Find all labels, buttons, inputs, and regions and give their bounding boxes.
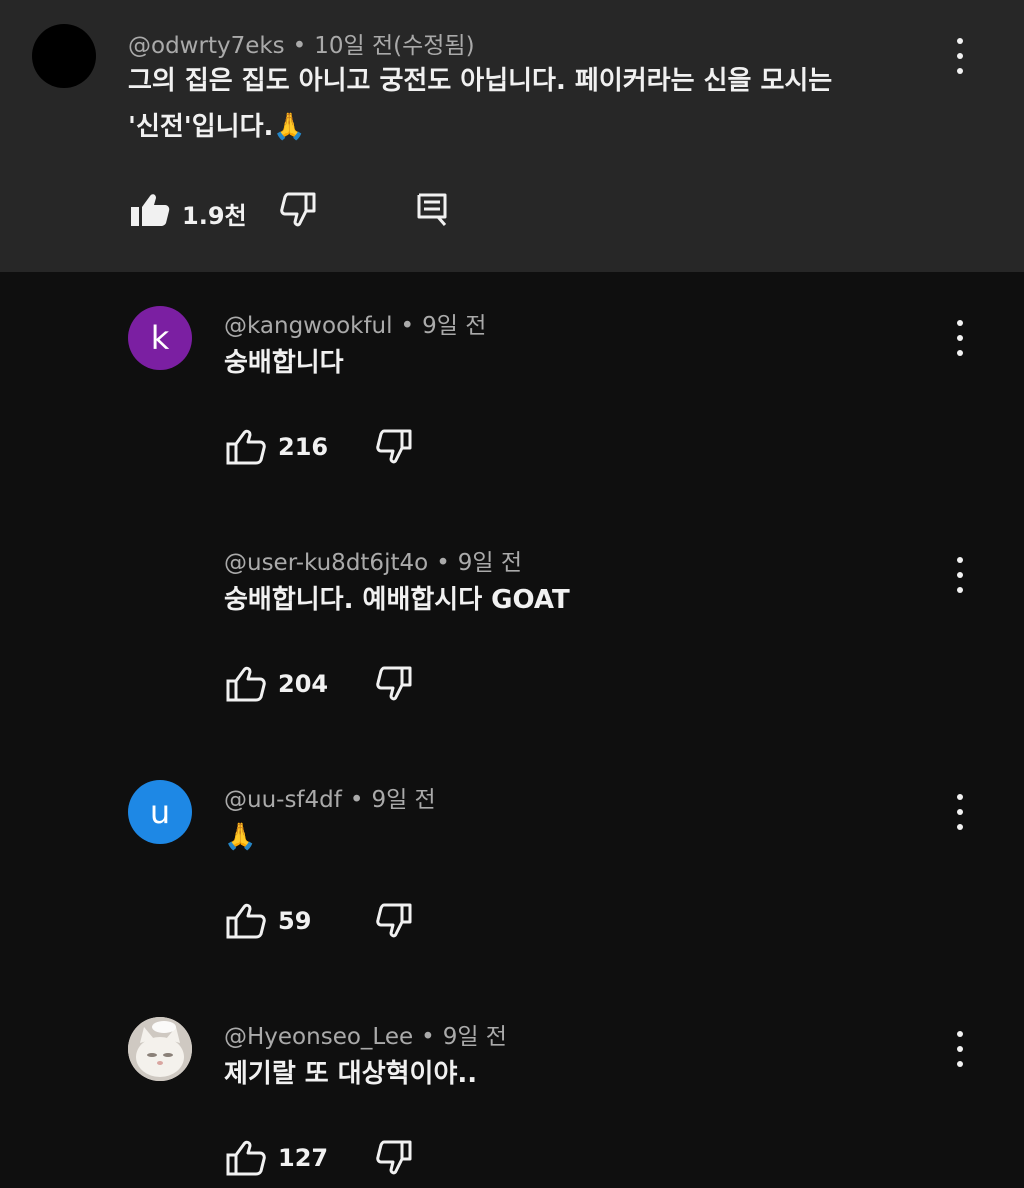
- like-button[interactable]: [224, 901, 268, 941]
- comment-text: 그의 집은 집도 아니고 궁전도 아닙니다. 페이커라는 신을 모시는 '신전'…: [128, 58, 928, 150]
- more-vert-icon[interactable]: [948, 36, 972, 76]
- thumb-down-icon: [376, 903, 412, 938]
- meta-separator: •: [349, 787, 364, 813]
- thumb-up-icon: [226, 666, 266, 702]
- meta-separator: •: [400, 313, 415, 339]
- comment-meta: @user-ku8dt6jt4o • 9일 전: [224, 543, 522, 577]
- thumb-up-icon: [226, 903, 266, 939]
- author-handle[interactable]: @Hyeonseo_Lee: [224, 1024, 413, 1050]
- meta-separator: •: [421, 1024, 435, 1050]
- timestamp[interactable]: 9일 전: [422, 313, 486, 339]
- author-handle[interactable]: @odwrty7eks: [128, 33, 285, 59]
- meta-separator: •: [436, 550, 450, 576]
- dislike-button[interactable]: [374, 1138, 418, 1178]
- dislike-button[interactable]: [278, 190, 322, 230]
- comment-icon: [417, 193, 447, 226]
- like-button[interactable]: [128, 190, 172, 230]
- comment-text: 숭배합니다. 예배합시다 GOAT: [224, 585, 570, 615]
- avatar-letter: k: [150, 319, 170, 357]
- thumb-up-icon: [226, 1140, 266, 1176]
- comment-meta: @uu-sf4df • 9일 전: [224, 780, 436, 814]
- thumb-up-icon: [226, 429, 266, 465]
- thumb-down-icon: [280, 192, 316, 227]
- more-vert-icon[interactable]: [948, 318, 972, 358]
- like-count: 127: [278, 1144, 329, 1172]
- like-button[interactable]: [224, 664, 268, 704]
- thumb-down-icon: [376, 429, 412, 464]
- more-vert-icon[interactable]: [948, 792, 972, 832]
- comment-text: 숭배합니다: [224, 348, 344, 378]
- highlighted-comment: @odwrty7eks • 10일 전(수정됨) 그의 집은 집도 아니고 궁전도 …: [0, 0, 1024, 272]
- reply-button[interactable]: [414, 190, 450, 230]
- dislike-button[interactable]: [374, 427, 418, 467]
- timestamp[interactable]: 10일 전(수정됨): [314, 33, 474, 59]
- comment-text: 🙏: [224, 822, 257, 852]
- comment-meta: @odwrty7eks • 10일 전(수정됨): [128, 26, 475, 60]
- comment-meta: @Hyeonseo_Lee • 9일 전: [224, 1017, 507, 1051]
- avatar[interactable]: [32, 24, 96, 88]
- avatar[interactable]: u: [128, 780, 192, 844]
- dislike-button[interactable]: [374, 664, 418, 704]
- timestamp[interactable]: 9일 전: [458, 550, 522, 576]
- like-count: 1.9천: [182, 202, 247, 230]
- like-count: 204: [278, 670, 329, 698]
- like-count: 59: [278, 907, 312, 935]
- author-handle[interactable]: @kangwookful: [224, 313, 393, 339]
- meta-separator: •: [292, 33, 307, 59]
- timestamp[interactable]: 9일 전: [443, 1024, 507, 1050]
- like-button[interactable]: [224, 427, 268, 467]
- thumb-down-icon: [376, 666, 412, 701]
- thumb-up-icon: [131, 194, 170, 226]
- avatar-letter: u: [149, 793, 171, 831]
- comment-text-line: 그의 집은 집도 아니고 궁전도 아닙니다. 페이커라는 신을 모시는: [128, 66, 833, 96]
- timestamp[interactable]: 9일 전: [371, 787, 435, 813]
- more-vert-icon[interactable]: [948, 1029, 972, 1069]
- avatar[interactable]: k: [128, 306, 192, 370]
- dislike-button[interactable]: [374, 901, 418, 941]
- cat-avatar-image: [128, 1017, 192, 1081]
- comment-text-line: '신전'입니다.🙏: [128, 112, 306, 142]
- author-handle[interactable]: @uu-sf4df: [224, 787, 342, 813]
- like-count: 216: [278, 433, 329, 461]
- like-button[interactable]: [224, 1138, 268, 1178]
- comment-meta: @kangwookful • 9일 전: [224, 306, 486, 340]
- thumb-down-icon: [376, 1140, 412, 1175]
- more-vert-icon[interactable]: [948, 555, 972, 595]
- comment-text: 제기랄 또 대상혁이야..: [224, 1059, 478, 1089]
- avatar[interactable]: [128, 1017, 192, 1081]
- author-handle[interactable]: @user-ku8dt6jt4o: [224, 550, 428, 576]
